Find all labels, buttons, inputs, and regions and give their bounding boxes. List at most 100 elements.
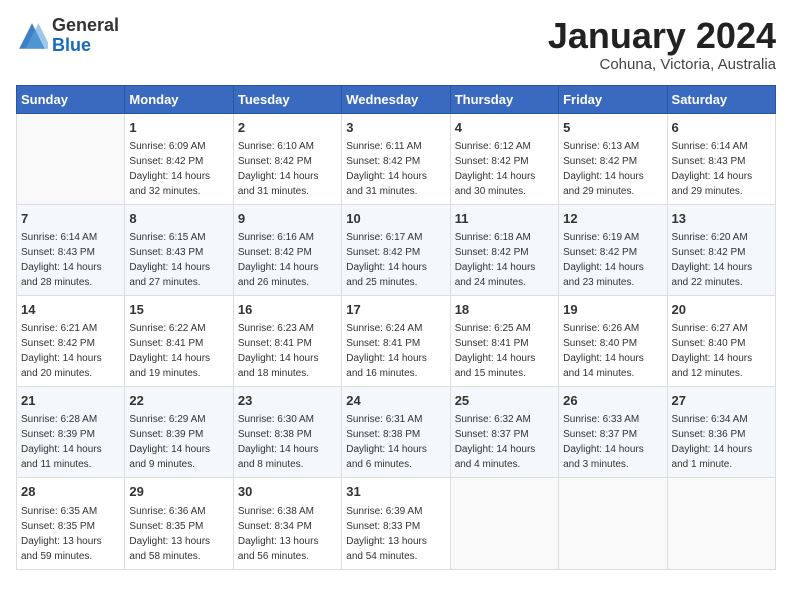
calendar-cell xyxy=(450,478,558,569)
day-number: 26 xyxy=(563,392,662,410)
day-info: Sunrise: 6:28 AMSunset: 8:39 PMDaylight:… xyxy=(21,412,120,472)
day-number: 9 xyxy=(238,210,337,228)
day-info: Sunrise: 6:17 AMSunset: 8:42 PMDaylight:… xyxy=(346,230,445,290)
calendar-cell: 16 Sunrise: 6:23 AMSunset: 8:41 PMDayligh… xyxy=(233,295,341,386)
day-info: Sunrise: 6:11 AMSunset: 8:42 PMDaylight:… xyxy=(346,139,445,199)
day-info: Sunrise: 6:19 AMSunset: 8:42 PMDaylight:… xyxy=(563,230,662,290)
day-number: 10 xyxy=(346,210,445,228)
day-number: 16 xyxy=(238,301,337,319)
day-number: 11 xyxy=(455,210,554,228)
day-number: 20 xyxy=(672,301,771,319)
page-header: General Blue January 2024 Cohuna, Victor… xyxy=(16,16,776,73)
calendar-cell: 7 Sunrise: 6:14 AMSunset: 8:43 PMDaylight… xyxy=(17,204,125,295)
day-info: Sunrise: 6:36 AMSunset: 8:35 PMDaylight:… xyxy=(129,504,228,564)
day-number: 15 xyxy=(129,301,228,319)
day-info: Sunrise: 6:25 AMSunset: 8:41 PMDaylight:… xyxy=(455,321,554,381)
weekday-header-saturday: Saturday xyxy=(667,85,775,113)
day-number: 21 xyxy=(21,392,120,410)
month-title: January 2024 xyxy=(548,16,776,56)
calendar-cell xyxy=(17,113,125,204)
day-number: 5 xyxy=(563,119,662,137)
weekday-header-friday: Friday xyxy=(559,85,667,113)
weekday-header-sunday: Sunday xyxy=(17,85,125,113)
calendar-cell: 27Sunrise: 6:34 AMSunset: 8:36 PMDayligh… xyxy=(667,387,775,478)
weekday-header-row: SundayMondayTuesdayWednesdayThursdayFrid… xyxy=(17,85,776,113)
logo-icon xyxy=(16,20,48,52)
day-info: Sunrise: 6:22 AMSunset: 8:41 PMDaylight:… xyxy=(129,321,228,381)
calendar-cell: 29 Sunrise: 6:36 AMSunset: 8:35 PMDayligh… xyxy=(125,478,233,569)
calendar-cell: 21 Sunrise: 6:28 AMSunset: 8:39 PMDayligh… xyxy=(17,387,125,478)
day-number: 1 xyxy=(129,119,228,137)
day-info: Sunrise: 6:10 AMSunset: 8:42 PMDaylight:… xyxy=(238,139,337,199)
calendar-cell: 1 Sunrise: 6:09 AMSunset: 8:42 PMDaylight… xyxy=(125,113,233,204)
day-info: Sunrise: 6:32 AMSunset: 8:37 PMDaylight:… xyxy=(455,412,554,472)
day-number: 17 xyxy=(346,301,445,319)
day-info: Sunrise: 6:14 AMSunset: 8:43 PMDaylight:… xyxy=(672,139,771,199)
day-info: Sunrise: 6:23 AMSunset: 8:41 PMDaylight:… xyxy=(238,321,337,381)
day-number: 4 xyxy=(455,119,554,137)
calendar-cell: 23Sunrise: 6:30 AMSunset: 8:38 PMDayligh… xyxy=(233,387,341,478)
day-info: Sunrise: 6:29 AMSunset: 8:39 PMDaylight:… xyxy=(129,412,228,472)
day-info: Sunrise: 6:12 AMSunset: 8:42 PMDaylight:… xyxy=(455,139,554,199)
day-info: Sunrise: 6:30 AMSunset: 8:38 PMDaylight:… xyxy=(238,412,337,472)
week-row-5: 28 Sunrise: 6:35 AMSunset: 8:35 PMDayligh… xyxy=(17,478,776,569)
calendar-table: SundayMondayTuesdayWednesdayThursdayFrid… xyxy=(16,85,776,570)
title-block: January 2024 Cohuna, Victoria, Australia xyxy=(548,16,776,73)
day-number: 22 xyxy=(129,392,228,410)
day-info: Sunrise: 6:15 AMSunset: 8:43 PMDaylight:… xyxy=(129,230,228,290)
calendar-cell: 25Sunrise: 6:32 AMSunset: 8:37 PMDayligh… xyxy=(450,387,558,478)
calendar-cell: 10 Sunrise: 6:17 AMSunset: 8:42 PMDayligh… xyxy=(342,204,450,295)
logo: General Blue xyxy=(16,16,119,56)
day-info: Sunrise: 6:20 AMSunset: 8:42 PMDaylight:… xyxy=(672,230,771,290)
day-number: 24 xyxy=(346,392,445,410)
calendar-cell: 31Sunrise: 6:39 AMSunset: 8:33 PMDayligh… xyxy=(342,478,450,569)
day-info: Sunrise: 6:35 AMSunset: 8:35 PMDaylight:… xyxy=(21,504,120,564)
calendar-cell: 28 Sunrise: 6:35 AMSunset: 8:35 PMDayligh… xyxy=(17,478,125,569)
day-info: Sunrise: 6:34 AMSunset: 8:36 PMDaylight:… xyxy=(672,412,771,472)
day-info: Sunrise: 6:16 AMSunset: 8:42 PMDaylight:… xyxy=(238,230,337,290)
day-info: Sunrise: 6:14 AMSunset: 8:43 PMDaylight:… xyxy=(21,230,120,290)
calendar-cell: 26Sunrise: 6:33 AMSunset: 8:37 PMDayligh… xyxy=(559,387,667,478)
calendar-cell: 6 Sunrise: 6:14 AMSunset: 8:43 PMDaylight… xyxy=(667,113,775,204)
logo-blue: Blue xyxy=(52,35,91,55)
calendar-cell xyxy=(667,478,775,569)
day-info: Sunrise: 6:18 AMSunset: 8:42 PMDaylight:… xyxy=(455,230,554,290)
day-number: 8 xyxy=(129,210,228,228)
calendar-cell: 14Sunrise: 6:21 AMSunset: 8:42 PMDayligh… xyxy=(17,295,125,386)
day-number: 18 xyxy=(455,301,554,319)
logo-general: General xyxy=(52,15,119,35)
calendar-cell: 30Sunrise: 6:38 AMSunset: 8:34 PMDayligh… xyxy=(233,478,341,569)
day-info: Sunrise: 6:09 AMSunset: 8:42 PMDaylight:… xyxy=(129,139,228,199)
calendar-cell: 20 Sunrise: 6:27 AMSunset: 8:40 PMDayligh… xyxy=(667,295,775,386)
day-info: Sunrise: 6:13 AMSunset: 8:42 PMDaylight:… xyxy=(563,139,662,199)
calendar-cell: 3 Sunrise: 6:11 AMSunset: 8:42 PMDaylight… xyxy=(342,113,450,204)
day-info: Sunrise: 6:27 AMSunset: 8:40 PMDaylight:… xyxy=(672,321,771,381)
calendar-cell: 18 Sunrise: 6:25 AMSunset: 8:41 PMDayligh… xyxy=(450,295,558,386)
calendar-cell: 15 Sunrise: 6:22 AMSunset: 8:41 PMDayligh… xyxy=(125,295,233,386)
week-row-4: 21 Sunrise: 6:28 AMSunset: 8:39 PMDayligh… xyxy=(17,387,776,478)
calendar-cell: 9 Sunrise: 6:16 AMSunset: 8:42 PMDaylight… xyxy=(233,204,341,295)
day-number: 30 xyxy=(238,483,337,501)
calendar-cell: 13 Sunrise: 6:20 AMSunset: 8:42 PMDayligh… xyxy=(667,204,775,295)
day-info: Sunrise: 6:21 AMSunset: 8:42 PMDaylight:… xyxy=(21,321,120,381)
calendar-cell: 11 Sunrise: 6:18 AMSunset: 8:42 PMDayligh… xyxy=(450,204,558,295)
week-row-3: 14Sunrise: 6:21 AMSunset: 8:42 PMDayligh… xyxy=(17,295,776,386)
day-number: 6 xyxy=(672,119,771,137)
calendar-cell: 2Sunrise: 6:10 AMSunset: 8:42 PMDaylight… xyxy=(233,113,341,204)
day-info: Sunrise: 6:31 AMSunset: 8:38 PMDaylight:… xyxy=(346,412,445,472)
calendar-cell: 24 Sunrise: 6:31 AMSunset: 8:38 PMDayligh… xyxy=(342,387,450,478)
day-number: 3 xyxy=(346,119,445,137)
week-row-1: 1 Sunrise: 6:09 AMSunset: 8:42 PMDaylight… xyxy=(17,113,776,204)
day-number: 13 xyxy=(672,210,771,228)
logo-text: General Blue xyxy=(52,16,119,56)
day-info: Sunrise: 6:24 AMSunset: 8:41 PMDaylight:… xyxy=(346,321,445,381)
calendar-cell: 8 Sunrise: 6:15 AMSunset: 8:43 PMDaylight… xyxy=(125,204,233,295)
calendar-cell: 22 Sunrise: 6:29 AMSunset: 8:39 PMDayligh… xyxy=(125,387,233,478)
calendar-cell: 17 Sunrise: 6:24 AMSunset: 8:41 PMDayligh… xyxy=(342,295,450,386)
day-number: 28 xyxy=(21,483,120,501)
day-number: 29 xyxy=(129,483,228,501)
day-number: 31 xyxy=(346,483,445,501)
calendar-cell: 12Sunrise: 6:19 AMSunset: 8:42 PMDayligh… xyxy=(559,204,667,295)
day-number: 7 xyxy=(21,210,120,228)
calendar-cell xyxy=(559,478,667,569)
